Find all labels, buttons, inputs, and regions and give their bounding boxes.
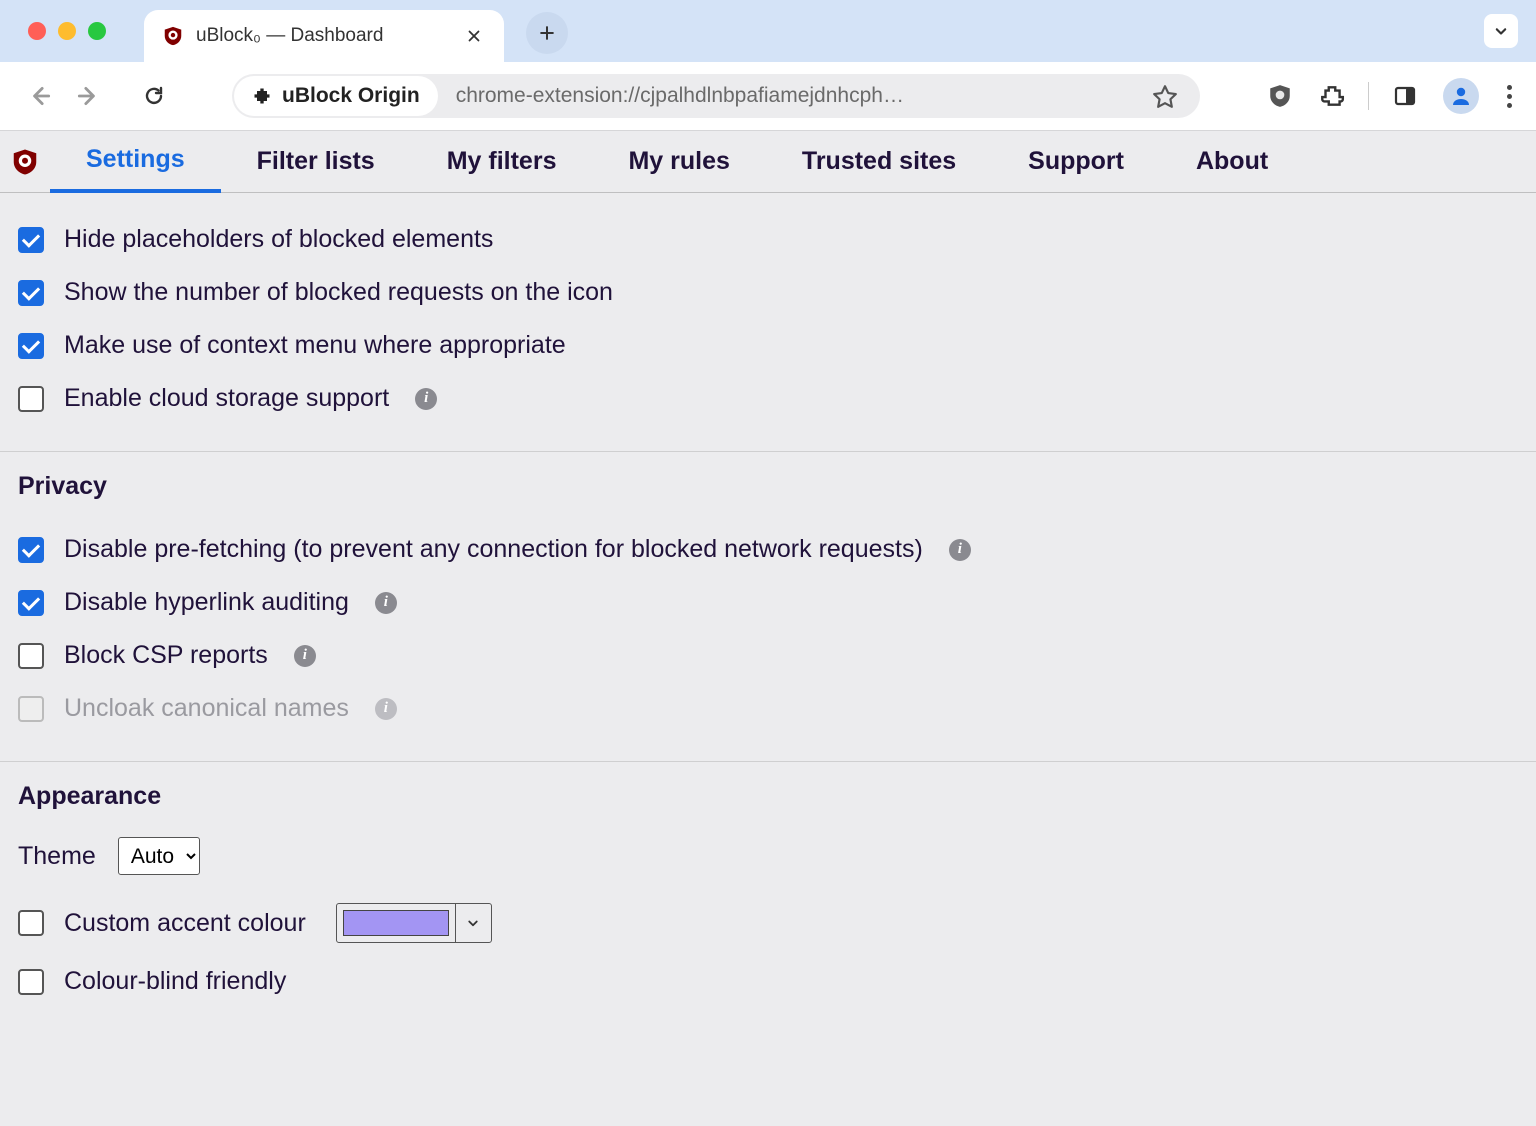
sidepanel-icon[interactable] — [1391, 82, 1419, 110]
bookmark-star-icon[interactable] — [1146, 83, 1184, 109]
toolbar-icons — [1266, 78, 1516, 114]
window-controls — [0, 22, 106, 40]
tab-my-filters[interactable]: My filters — [411, 131, 593, 193]
tab-my-rules[interactable]: My rules — [592, 131, 765, 193]
info-icon[interactable]: i — [294, 645, 316, 667]
chevron-down-icon[interactable] — [455, 904, 491, 942]
window-close-button[interactable] — [28, 22, 46, 40]
nav-back-button[interactable] — [20, 76, 60, 116]
extensions-puzzle-icon[interactable] — [1318, 82, 1346, 110]
window-minimize-button[interactable] — [58, 22, 76, 40]
checkbox-show-blocked-count[interactable] — [18, 280, 44, 306]
nav-forward-button[interactable] — [68, 76, 108, 116]
checkbox-cloud-storage[interactable] — [18, 386, 44, 412]
setting-label: Colour-blind friendly — [64, 967, 286, 996]
browser-toolbar: uBlock Origin chrome-extension://cjpalhd… — [0, 62, 1536, 131]
dashboard-tabs: Settings Filter lists My filters My rule… — [0, 131, 1536, 193]
color-swatch[interactable] — [343, 910, 449, 936]
extension-icon — [252, 86, 272, 106]
checkbox-custom-accent[interactable] — [18, 910, 44, 936]
setting-cloud-storage: Enable cloud storage support i — [18, 372, 1518, 425]
browser-tab[interactable]: uBlock₀ — Dashboard — [144, 10, 504, 62]
new-tab-button[interactable] — [526, 12, 568, 54]
section-title-privacy: Privacy — [18, 472, 1518, 501]
section-appearance: Appearance Theme Auto Custom accent colo… — [0, 762, 1536, 1034]
setting-disable-hyperlink-auditing: Disable hyperlink auditing i — [18, 576, 1518, 629]
setting-custom-accent: Custom accent colour — [18, 891, 1518, 955]
ublock-favicon-icon — [162, 25, 184, 47]
window-zoom-button[interactable] — [88, 22, 106, 40]
extension-chip[interactable]: uBlock Origin — [234, 76, 438, 116]
accent-color-picker[interactable] — [336, 903, 492, 943]
setting-label: Enable cloud storage support — [64, 384, 389, 413]
info-icon[interactable]: i — [415, 388, 437, 410]
setting-label: Disable hyperlink auditing — [64, 588, 349, 617]
browser-tabstrip: uBlock₀ — Dashboard — [0, 0, 1536, 62]
setting-colour-blind: Colour-blind friendly — [18, 955, 1518, 1008]
tab-about[interactable]: About — [1160, 131, 1304, 193]
address-bar[interactable]: uBlock Origin chrome-extension://cjpalhd… — [232, 74, 1200, 118]
tabstrip-overflow[interactable] — [1484, 14, 1518, 48]
ublock-dashboard: Settings Filter lists My filters My rule… — [0, 131, 1536, 1034]
setting-uncloak-canonical: Uncloak canonical names i — [18, 682, 1518, 735]
nav-reload-button[interactable] — [134, 76, 174, 116]
theme-label: Theme — [18, 842, 96, 871]
checkbox-colour-blind[interactable] — [18, 969, 44, 995]
tab-title: uBlock₀ — Dashboard — [196, 25, 448, 47]
chevron-down-icon[interactable] — [1484, 14, 1518, 48]
ublock-logo-icon — [0, 147, 50, 177]
setting-theme: Theme Auto — [18, 833, 1518, 891]
section-general: Hide placeholders of blocked elements Sh… — [0, 193, 1536, 452]
tab-filter-lists[interactable]: Filter lists — [221, 131, 411, 193]
tab-support[interactable]: Support — [992, 131, 1160, 193]
setting-disable-prefetching: Disable pre-fetching (to prevent any con… — [18, 523, 1518, 576]
extension-chip-label: uBlock Origin — [282, 84, 420, 108]
setting-block-csp: Block CSP reports i — [18, 629, 1518, 682]
section-title-appearance: Appearance — [18, 782, 1518, 811]
toolbar-divider — [1368, 82, 1369, 110]
setting-label: Custom accent colour — [64, 909, 306, 938]
tab-trusted-sites[interactable]: Trusted sites — [766, 131, 992, 193]
setting-hide-placeholders: Hide placeholders of blocked elements — [18, 213, 1518, 266]
section-privacy: Privacy Disable pre-fetching (to prevent… — [0, 452, 1536, 762]
setting-label: Hide placeholders of blocked elements — [64, 225, 493, 254]
tab-settings[interactable]: Settings — [50, 131, 221, 193]
setting-label: Disable pre-fetching (to prevent any con… — [64, 535, 923, 564]
setting-show-blocked-count: Show the number of blocked requests on t… — [18, 266, 1518, 319]
checkbox-disable-hyperlink-auditing[interactable] — [18, 590, 44, 616]
tab-close-button[interactable] — [460, 22, 488, 50]
checkbox-disable-prefetching[interactable] — [18, 537, 44, 563]
checkbox-hide-placeholders[interactable] — [18, 227, 44, 253]
info-icon[interactable]: i — [949, 539, 971, 561]
info-icon[interactable]: i — [375, 592, 397, 614]
setting-label: Uncloak canonical names — [64, 694, 349, 723]
setting-label: Show the number of blocked requests on t… — [64, 278, 613, 307]
browser-menu-button[interactable] — [1503, 81, 1516, 112]
setting-label: Block CSP reports — [64, 641, 268, 670]
ublock-shield-icon[interactable] — [1266, 82, 1294, 110]
info-icon[interactable]: i — [375, 698, 397, 720]
setting-label: Make use of context menu where appropria… — [64, 331, 566, 360]
setting-context-menu: Make use of context menu where appropria… — [18, 319, 1518, 372]
theme-select[interactable]: Auto — [118, 837, 200, 875]
checkbox-context-menu[interactable] — [18, 333, 44, 359]
profile-avatar-icon[interactable] — [1443, 78, 1479, 114]
checkbox-uncloak-canonical — [18, 696, 44, 722]
url-text: chrome-extension://cjpalhdlnbpafiamejdnh… — [456, 84, 1146, 108]
checkbox-block-csp[interactable] — [18, 643, 44, 669]
